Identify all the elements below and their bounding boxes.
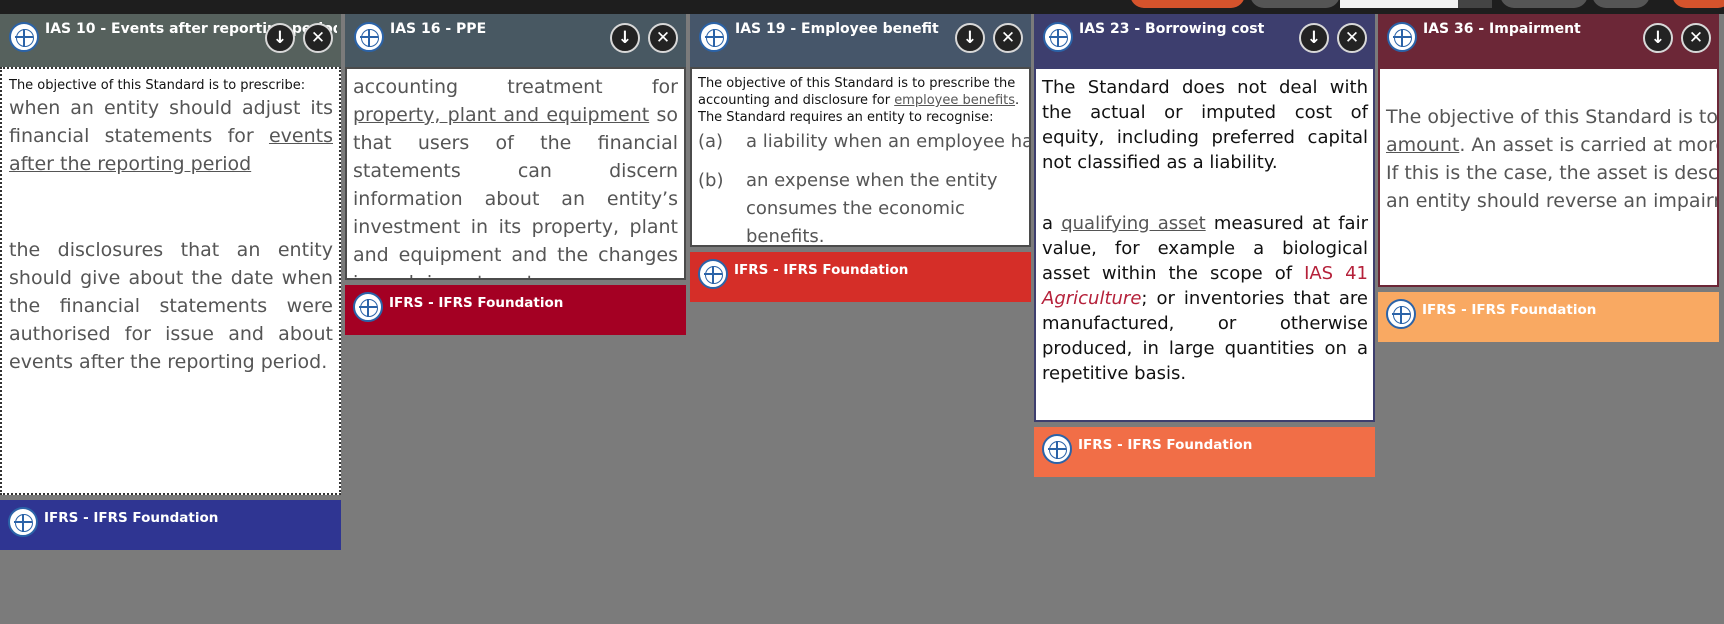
ias41-reference-title[interactable]: Agriculture (1042, 288, 1141, 309)
list-label: (b) (698, 170, 724, 191)
paragraph: accounting treatment for property, plant… (353, 73, 678, 278)
footer-source[interactable]: IFRS - IFRS Foundation (734, 262, 908, 278)
ifrs-globe-icon (1386, 299, 1416, 329)
intro-text-end: . (1015, 93, 1020, 108)
paragraph-line: The objective of this Standard is to pre… (1386, 106, 1719, 128)
card-footer: IFRS - IFRS Foundation (0, 500, 341, 550)
intro-text: The objective of this Standard is to pre… (698, 75, 1025, 109)
paragraph-text: a (1042, 213, 1054, 234)
paragraph-line: amount. An asset is carried at more than (1386, 131, 1717, 159)
card-title: IAS 23 - Borrowing cost (1079, 21, 1265, 37)
card-title: IAS 36 - Impairment (1423, 21, 1581, 37)
download-icon[interactable]: ↓ (265, 23, 295, 53)
card-header: IAS 23 - Borrowing cost ↓ ✕ (1034, 14, 1375, 67)
footer-source[interactable]: IFRS - IFRS Foundation (44, 510, 218, 526)
card-content: The objective of this Standard is to pre… (1378, 67, 1719, 287)
card-header: IAS 19 - Employee benefit ↓ ✕ (690, 14, 1031, 67)
standard-card-ias10: IAS 10 - Events after reporting period ↓… (0, 14, 341, 550)
paragraph: a qualifying asset measured at fair valu… (1042, 211, 1368, 386)
ifrs-globe-icon (698, 259, 728, 289)
amount-link[interactable]: amount (1386, 134, 1459, 156)
intro-text: The objective of this Standard is to pre… (9, 78, 306, 93)
ifrs-globe-icon (354, 22, 384, 52)
card-content: accounting treatment for property, plant… (345, 67, 686, 280)
close-icon[interactable]: ✕ (1337, 23, 1367, 53)
paragraph-text: accounting treatment for (353, 76, 678, 98)
top-tab[interactable] (1130, 0, 1245, 8)
card-header: IAS 16 - PPE ↓ ✕ (345, 14, 686, 67)
card-footer: IFRS - IFRS Foundation (690, 252, 1031, 302)
card-content: The objective of this Standard is to pre… (0, 67, 341, 495)
ifrs-globe-icon (9, 22, 39, 52)
top-tab[interactable] (1592, 0, 1650, 8)
standard-card-ias19: IAS 19 - Employee benefit ↓ ✕ The object… (690, 14, 1031, 302)
footer-source[interactable]: IFRS - IFRS Foundation (1078, 437, 1252, 453)
qualifying-asset-link[interactable]: qualifying asset (1061, 213, 1205, 234)
top-tab[interactable] (1458, 0, 1492, 8)
download-icon[interactable]: ↓ (1299, 23, 1329, 53)
standard-card-ias16: IAS 16 - PPE ↓ ✕ accounting treatment fo… (345, 14, 686, 335)
top-tab[interactable] (1500, 0, 1588, 8)
intro-text: The Standard requires an entity to recog… (698, 110, 994, 125)
card-content: The objective of this Standard is to pre… (690, 67, 1031, 247)
ifrs-globe-icon (699, 22, 729, 52)
footer-source[interactable]: IFRS - IFRS Foundation (1422, 302, 1596, 318)
ifrs-globe-icon (1043, 22, 1073, 52)
card-footer: IFRS - IFRS Foundation (345, 285, 686, 335)
top-tab[interactable] (1340, 0, 1458, 8)
ifrs-globe-icon (1387, 22, 1417, 52)
card-header: IAS 10 - Events after reporting period ↓… (0, 14, 341, 67)
download-icon[interactable]: ↓ (1643, 23, 1673, 53)
close-icon[interactable]: ✕ (1681, 23, 1711, 53)
close-icon[interactable]: ✕ (993, 23, 1023, 53)
paragraph-line: If this is the case, the asset is descri… (1386, 162, 1719, 184)
card-footer: IFRS - IFRS Foundation (1034, 427, 1375, 477)
paragraph: the disclosures that an entity should gi… (9, 239, 333, 373)
close-icon[interactable]: ✕ (648, 23, 678, 53)
ias41-reference[interactable]: IAS 41 (1304, 263, 1368, 284)
list-label: (a) (698, 131, 724, 152)
ifrs-globe-icon (1042, 434, 1072, 464)
card-header: IAS 36 - Impairment ↓ ✕ (1378, 14, 1719, 67)
ifrs-globe-icon (8, 507, 38, 537)
paragraph-text: so that users of the financial statement… (353, 104, 678, 278)
footer-source[interactable]: IFRS - IFRS Foundation (389, 295, 563, 311)
download-icon[interactable]: ↓ (610, 23, 640, 53)
employee-benefits-link[interactable]: employee benefits (894, 93, 1015, 108)
list-text: a liability when an employee has (746, 131, 1031, 152)
top-bar (0, 0, 1724, 14)
top-tab[interactable] (1250, 0, 1340, 8)
card-title: IAS 19 - Employee benefit (735, 21, 939, 37)
standard-card-ias36: IAS 36 - Impairment ↓ ✕ The objective of… (1378, 14, 1719, 342)
card-title: IAS 16 - PPE (390, 21, 487, 37)
list-item: (a) a liability when an employee has (698, 128, 1029, 156)
ppe-link[interactable]: property, plant and equipment (353, 104, 649, 126)
list-text: an expense when the entity consumes the … (746, 170, 998, 247)
paragraph-text: . An asset is carried at more than (1459, 134, 1717, 156)
download-icon[interactable]: ↓ (955, 23, 985, 53)
paragraph: when an entity should adjust its financi… (9, 94, 333, 178)
top-tab[interactable] (1672, 0, 1724, 8)
paragraph-line: an entity should reverse an impairment (1386, 190, 1717, 212)
card-footer: IFRS - IFRS Foundation (1378, 292, 1719, 342)
paragraph: The Standard does not deal with the actu… (1042, 77, 1368, 173)
ifrs-globe-icon (353, 292, 383, 322)
standard-card-ias23: IAS 23 - Borrowing cost ↓ ✕ The Standard… (1034, 14, 1375, 477)
card-content: The Standard does not deal with the actu… (1034, 67, 1375, 422)
close-icon[interactable]: ✕ (303, 23, 333, 53)
list-item: (b) an expense when the entity consumes … (698, 167, 1025, 247)
